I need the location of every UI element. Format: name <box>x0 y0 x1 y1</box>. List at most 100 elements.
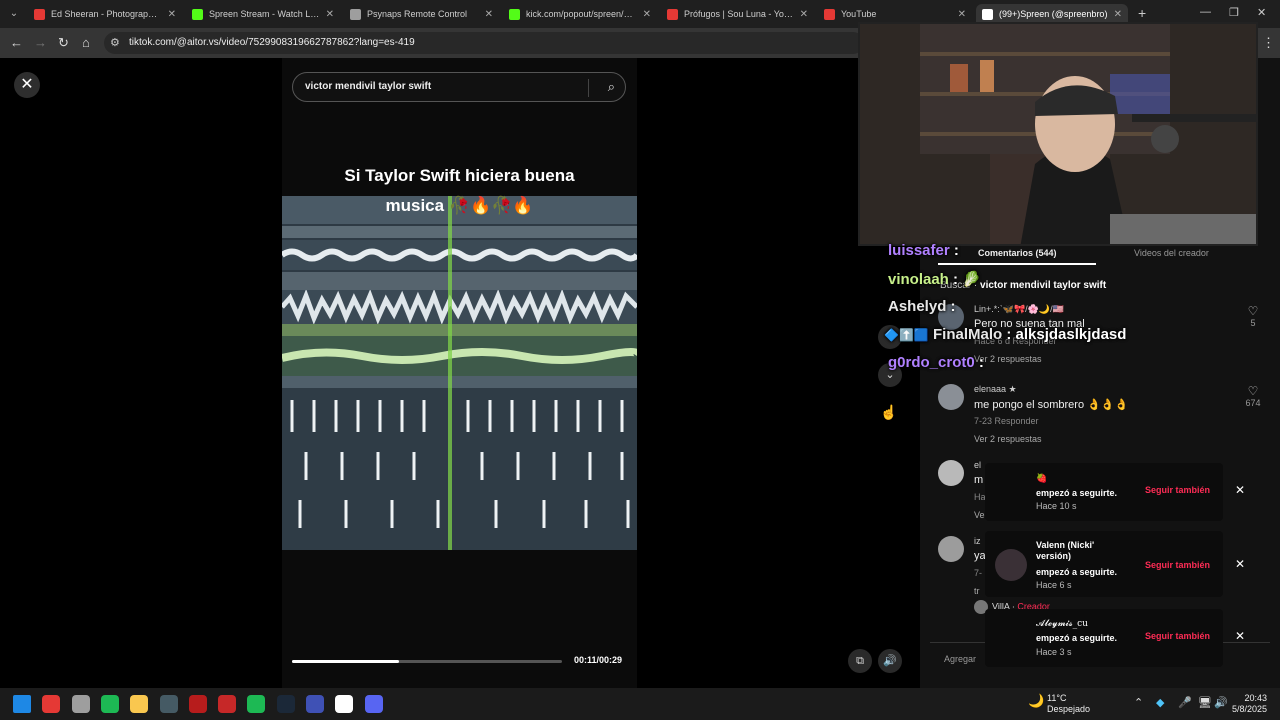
tab-search-chevron-icon[interactable]: ⌄ <box>6 6 22 22</box>
microphone-icon[interactable]: 🎤 <box>1178 696 1192 709</box>
comment-meta[interactable]: 7-23 Responder <box>974 416 1039 426</box>
follow-action: empezó a seguirte. <box>1036 488 1118 498</box>
search-input[interactable]: victor mendivil taylor swift <box>305 81 431 92</box>
tab-3[interactable]: Psynaps Remote Control ✕ <box>344 4 499 24</box>
weather-widget[interactable]: 11°C Despejado <box>1047 693 1090 715</box>
forward-arrow-icon[interactable]: → <box>34 35 47 50</box>
close-notification-icon[interactable]: ✕ <box>1235 557 1245 571</box>
home-icon[interactable]: ⌂ <box>82 35 90 50</box>
avatar[interactable] <box>938 460 964 486</box>
follow-back-button[interactable]: Seguir también <box>1145 560 1210 570</box>
like-button[interactable]: ♡ 674 <box>1238 384 1268 408</box>
tab-comments[interactable]: Comentarios (544) <box>978 248 1057 258</box>
tab-close-icon[interactable]: ✕ <box>168 9 176 20</box>
close-video-icon[interactable]: ✕ <box>14 72 40 98</box>
follow-notification: 𝓐𝓵𝓮𝔂𝓶𝓲𝓼_cu empezó a seguirte. Hace 3 s S… <box>985 609 1245 667</box>
tab-close-icon[interactable]: ✕ <box>1114 9 1122 20</box>
windows-start-icon[interactable] <box>13 695 31 713</box>
app-icon[interactable] <box>218 695 237 713</box>
comment-user[interactable]: iz <box>974 536 981 546</box>
tab-4[interactable]: kick.com/popout/spreen/chat ✕ <box>503 4 657 24</box>
omnibox[interactable]: ⚙ tiktok.com/@aitor.vs/video/75299083196… <box>104 32 864 54</box>
maximize-icon[interactable]: ❐ <box>1229 6 1239 19</box>
weather-desc: Despejado <box>1047 704 1091 714</box>
video-progress-bar[interactable] <box>292 660 562 663</box>
video-player[interactable]: victor mendivil taylor swift ⌕ Si Taylor… <box>282 58 637 688</box>
tab-close-icon[interactable]: ✕ <box>326 9 334 20</box>
reload-icon[interactable]: ↻ <box>58 35 69 51</box>
tab-creator-videos[interactable]: Videos del creador <box>1134 248 1209 258</box>
tab-favicon-icon <box>509 8 520 20</box>
app-icon[interactable] <box>188 695 207 713</box>
back-arrow-icon[interactable]: ← <box>10 35 23 50</box>
spotify-icon[interactable] <box>100 695 119 713</box>
tab-title: kick.com/popout/spreen/chat <box>526 9 637 19</box>
chrome-icon[interactable] <box>42 695 61 713</box>
video-search-box[interactable]: victor mendivil taylor swift ⌕ <box>292 72 626 102</box>
network-icon[interactable]: 🖥 <box>1198 696 1212 709</box>
chat-message: 🔷⬆️🟦 FinalMalo : alksjdaslkjdasd <box>884 326 1127 343</box>
weather-icon[interactable]: 🌙 <box>1028 693 1044 709</box>
spotify-icon[interactable] <box>247 695 266 713</box>
tab-6[interactable]: YouTube ✕ <box>818 4 972 24</box>
mouse-cursor-icon: ☝ <box>880 404 898 420</box>
clock-time: 20:43 <box>1244 693 1268 703</box>
related-search-query[interactable]: victor mendivil taylor swift <box>980 280 1106 291</box>
app-4k-icon[interactable] <box>159 695 178 713</box>
follow-action: empezó a seguirte. <box>1036 633 1118 643</box>
heart-icon[interactable]: ♡ <box>1238 384 1268 398</box>
comment-meta[interactable]: Ha <box>974 492 986 502</box>
view-replies-link[interactable]: tr <box>974 586 980 596</box>
view-replies-link[interactable]: Ve <box>974 510 985 520</box>
file-explorer-icon[interactable] <box>130 695 149 713</box>
follow-back-button[interactable]: Seguir también <box>1145 631 1210 641</box>
search-icon[interactable]: ⌕ <box>608 79 615 95</box>
pip-icon[interactable]: ⧉ <box>848 649 872 673</box>
url-text[interactable]: tiktok.com/@aitor.vs/video/7529908319662… <box>129 37 415 48</box>
view-replies-link[interactable]: Ver 2 respuestas <box>974 434 1042 444</box>
follow-back-button[interactable]: Seguir también <box>1145 485 1210 495</box>
chat-user: vinolaah <box>888 271 949 288</box>
view-replies-link[interactable]: Ver 2 respuestas <box>974 354 1042 364</box>
tray-app-icon[interactable]: ◆ <box>1156 696 1164 709</box>
system-clock[interactable]: 20:43 5/8/2025 <box>1232 693 1267 715</box>
minimize-icon[interactable]: — <box>1200 6 1211 18</box>
menu-dots-icon[interactable]: ⋮ <box>1262 35 1275 51</box>
daw-waveform-image <box>282 196 637 550</box>
tab-title: Prófugos | Sou Luna - YouTube <box>684 9 794 19</box>
tab-close-icon[interactable]: ✕ <box>800 9 808 20</box>
obs-icon[interactable] <box>71 695 90 713</box>
tab-7[interactable]: (99+)Spreen (@spreenbro) ✕ <box>976 4 1128 24</box>
comment-user[interactable]: Lin+.*:ˋ🦋🎀/🌸🌙/🇺🇸 <box>974 304 1064 315</box>
avatar[interactable] <box>938 384 964 410</box>
like-button[interactable]: ♡ 5 <box>1238 304 1268 328</box>
volume-icon[interactable]: 🔊 <box>878 649 902 673</box>
heart-icon[interactable]: ♡ <box>1238 304 1268 318</box>
comment-user[interactable]: elenaaa ★ <box>974 384 1017 395</box>
tab-1[interactable]: Ed Sheeran - Photograph (Offic ✕ <box>28 4 182 24</box>
steam-icon[interactable] <box>276 695 295 713</box>
tab-close-icon[interactable]: ✕ <box>958 9 966 20</box>
new-tab-plus-icon[interactable]: + <box>1138 5 1146 21</box>
app-icon[interactable] <box>335 695 354 713</box>
tab-favicon-icon <box>982 8 993 20</box>
close-notification-icon[interactable]: ✕ <box>1235 483 1245 497</box>
tab-favicon-icon <box>192 8 203 20</box>
tab-5[interactable]: Prófugos | Sou Luna - YouTube ✕ <box>661 4 814 24</box>
close-window-icon[interactable]: ✕ <box>1257 6 1266 19</box>
tab-close-icon[interactable]: ✕ <box>485 9 493 20</box>
app-icon[interactable] <box>306 695 324 713</box>
tab-title: Psynaps Remote Control <box>367 9 468 19</box>
discord-icon[interactable] <box>364 695 383 713</box>
tab-2[interactable]: Spreen Stream - Watch Live on ✕ <box>186 4 340 24</box>
comment-meta[interactable]: 7- <box>974 568 982 578</box>
tray-chevron-icon[interactable]: ⌃ <box>1134 696 1143 709</box>
avatar[interactable] <box>938 536 964 562</box>
close-notification-icon[interactable]: ✕ <box>1235 629 1245 643</box>
comment-text: ya <box>974 550 986 562</box>
add-comment-input[interactable]: Agregar <box>944 654 976 664</box>
speaker-icon[interactable]: 🔊 <box>1214 696 1228 709</box>
comment-user[interactable]: el <box>974 460 981 470</box>
site-info-icon[interactable]: ⚙ <box>110 36 120 49</box>
tab-close-icon[interactable]: ✕ <box>643 9 651 20</box>
